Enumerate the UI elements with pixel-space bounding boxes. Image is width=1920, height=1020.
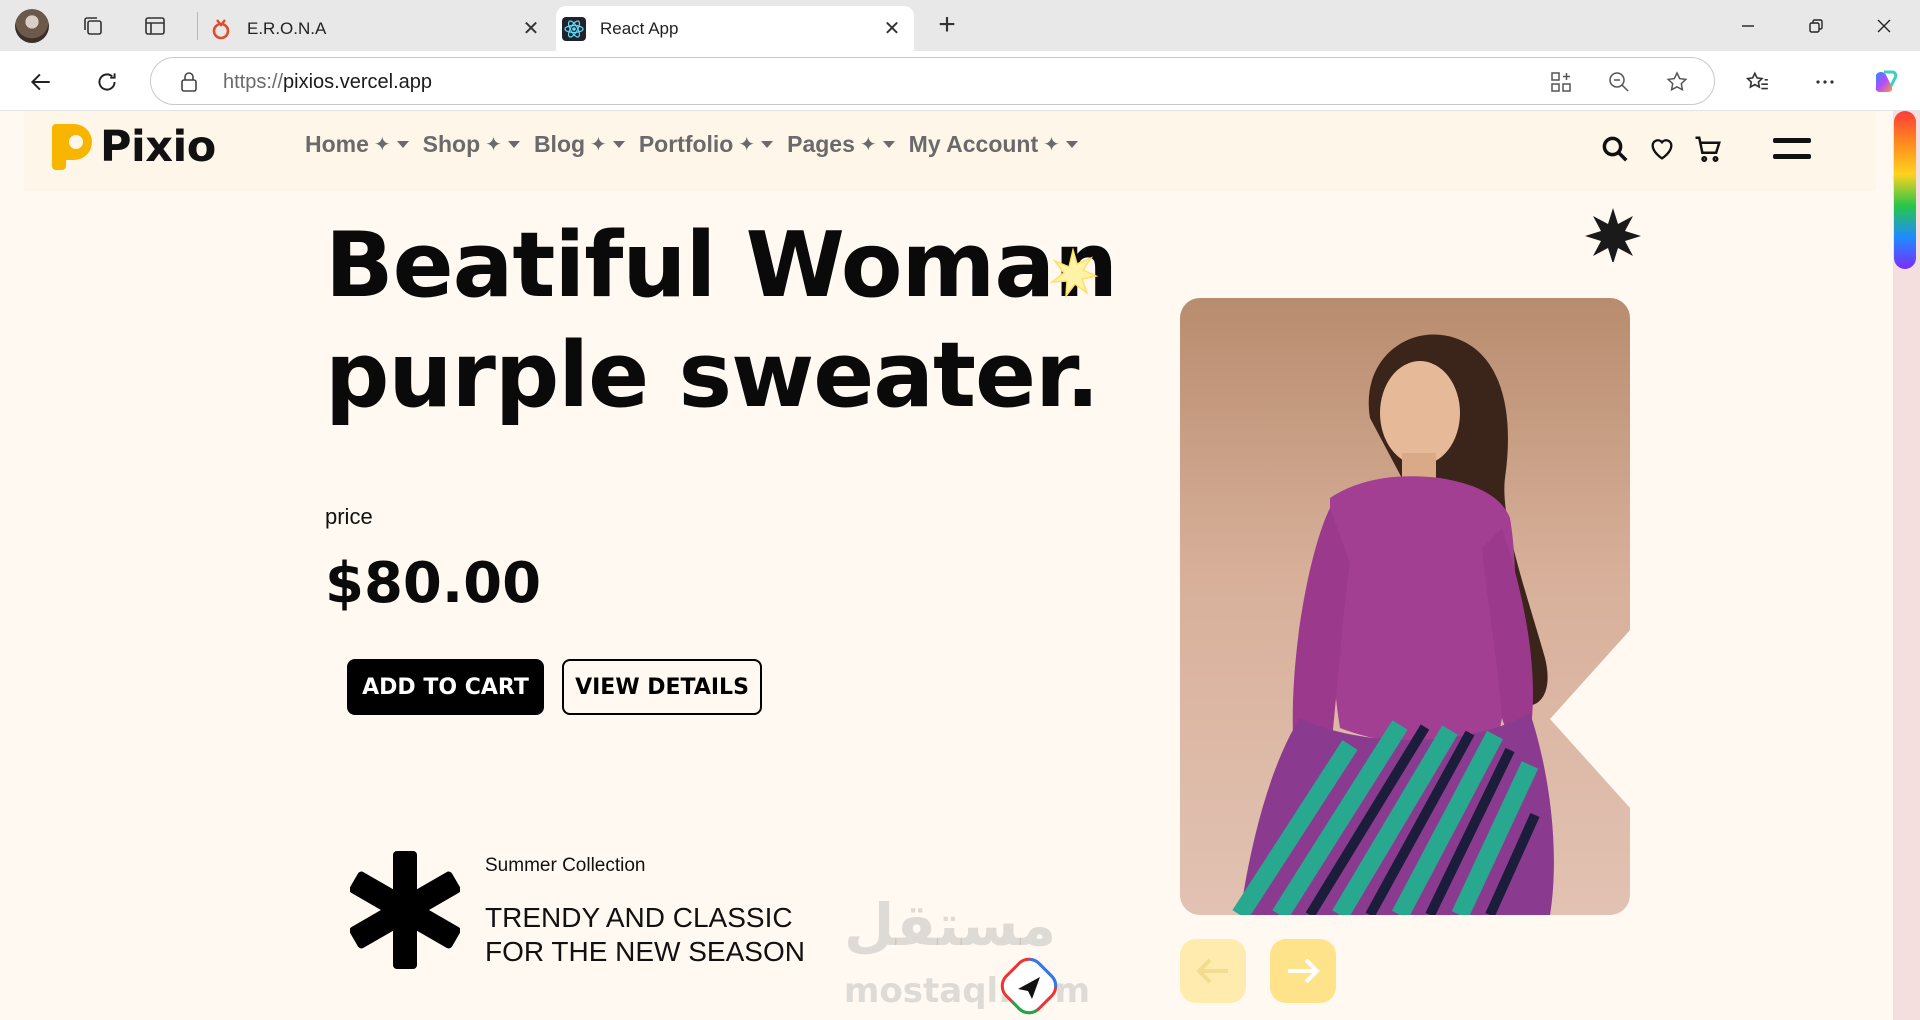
cart-icon[interactable]: [1690, 131, 1726, 167]
slider-next-button[interactable]: [1270, 939, 1336, 1003]
reload-icon: [98, 73, 116, 91]
menu-label: Blog: [533, 131, 586, 157]
url-text: https://pixios.vercel.app: [223, 71, 432, 94]
asterisk-icon: [349, 851, 461, 969]
favorites-icon[interactable]: [1738, 63, 1776, 101]
view-details-button[interactable]: VIEW DETAILS: [562, 659, 762, 715]
hero-title-line-1: Beatiful Woman: [325, 213, 1118, 318]
slider-prev-button[interactable]: [1180, 939, 1246, 1003]
close-icon[interactable]: ✕: [880, 17, 904, 41]
menu-item-pages[interactable]: Pages ✦: [787, 131, 895, 158]
menu-label: My Account: [908, 131, 1039, 157]
menu-item-shop[interactable]: Shop ✦: [423, 131, 520, 158]
tab-actions-icon[interactable]: [139, 10, 171, 42]
menu-label: Pages: [787, 131, 855, 157]
caret-down-icon: [507, 141, 520, 148]
collection-line-1: TRENDY AND CLASSIC: [485, 902, 793, 933]
add-to-cart-button[interactable]: ADD TO CART: [347, 659, 544, 715]
caret-down-icon: [1065, 141, 1078, 148]
watermark-arabic: مستقل: [844, 891, 1057, 959]
restore-icon[interactable]: [1786, 8, 1846, 44]
collection-headline: TRENDY AND CLASSIC FOR THE NEW SEASON: [485, 901, 805, 969]
collection-line-2: FOR THE NEW SEASON: [485, 936, 805, 967]
minimize-icon[interactable]: [1718, 8, 1778, 44]
erona-favicon-icon: [209, 17, 233, 41]
menu-item-blog[interactable]: Blog ✦: [534, 131, 625, 158]
caret-down-icon: [761, 141, 774, 148]
star-burst-icon: [1585, 206, 1641, 264]
tab-title: React App: [600, 18, 679, 38]
sparkle-yellow-icon: [1048, 247, 1099, 299]
heart-icon[interactable]: [1644, 131, 1680, 167]
menu-label: Home: [305, 131, 369, 157]
sparkle-icon: ✦: [373, 134, 391, 156]
favorite-star-icon[interactable]: [1662, 67, 1692, 97]
browser-tab-bar: E.R.O.N.A ✕ React App ✕ +: [0, 0, 1920, 51]
react-favicon-icon: [562, 16, 586, 41]
caret-down-icon: [396, 141, 409, 148]
reload-button[interactable]: [88, 63, 126, 101]
logo-text: Pixio: [100, 122, 216, 172]
sparkle-icon: ✦: [485, 134, 502, 156]
url-host: pixios.vercel.app: [283, 71, 432, 93]
arrow-left-icon: [1196, 958, 1228, 984]
site-logo[interactable]: Pixio: [50, 122, 216, 172]
pixio-logo-icon: [50, 122, 94, 172]
menu-item-portfolio[interactable]: Portfolio ✦: [638, 131, 774, 158]
caret-down-icon: [612, 141, 625, 148]
zoom-out-icon[interactable]: [1604, 67, 1634, 97]
more-options-icon[interactable]: [1806, 63, 1844, 101]
sparkle-icon: ✦: [1043, 134, 1060, 156]
hero-title-line-2: purple sweater.: [325, 323, 1100, 428]
menu-item-my-account[interactable]: My Account ✦: [909, 131, 1078, 158]
tab-react-app[interactable]: React App ✕: [556, 6, 914, 51]
price-label: price: [325, 504, 373, 529]
menu-label: Portfolio: [638, 131, 734, 157]
sparkle-icon: ✦: [738, 134, 756, 156]
menu-item-home[interactable]: Home ✦: [305, 131, 409, 158]
search-icon[interactable]: [1597, 131, 1633, 167]
hero-title: Beatiful Woman purple sweater.: [325, 211, 1125, 431]
hamburger-menu-icon[interactable]: [1768, 131, 1818, 167]
scrollbar-thumb[interactable]: [1894, 111, 1916, 269]
caret-down-icon: [882, 141, 895, 148]
collection-subtitle: Summer Collection: [485, 855, 646, 876]
tab-erona[interactable]: E.R.O.N.A ✕: [203, 6, 553, 51]
page-viewport: Pixio Home ✦ Shop ✦ Blog ✦ Portfolio ✦ Pages…: [0, 111, 1920, 1020]
app-available-icon[interactable]: [1546, 67, 1576, 97]
workspaces-icon[interactable]: [77, 10, 109, 42]
product-image: [1180, 298, 1630, 915]
mostaql-watermark: مستقل mostaql.com: [840, 891, 1090, 1020]
url-protocol: https://: [223, 71, 284, 93]
mostaql-badge-icon: [998, 955, 1060, 1017]
new-tab-button[interactable]: +: [930, 10, 964, 44]
back-arrow-icon: [30, 73, 50, 91]
lock-icon[interactable]: [179, 71, 199, 98]
menu-label: Shop: [422, 131, 481, 157]
profile-avatar[interactable]: [15, 9, 49, 43]
site-header: Pixio Home ✦ Shop ✦ Blog ✦ Portfolio ✦ Pages…: [24, 111, 1876, 191]
address-bar[interactable]: https://pixios.vercel.app: [150, 57, 1715, 105]
sparkle-icon: ✦: [859, 134, 877, 156]
sparkle-icon: ✦: [590, 134, 607, 156]
close-icon[interactable]: ✕: [519, 17, 543, 41]
back-button[interactable]: [22, 63, 60, 101]
browser-toolbar: https://pixios.vercel.app: [0, 51, 1920, 111]
tab-separator: [197, 12, 198, 40]
window-close-icon[interactable]: [1854, 8, 1914, 44]
main-menu: Home ✦ Shop ✦ Blog ✦ Portfolio ✦ Pages ✦ My A…: [305, 131, 1092, 158]
copilot-icon[interactable]: [1866, 63, 1904, 101]
arrow-right-icon: [1288, 958, 1320, 984]
price-value: $80.00: [325, 551, 542, 616]
tab-title: E.R.O.N.A: [247, 18, 327, 38]
